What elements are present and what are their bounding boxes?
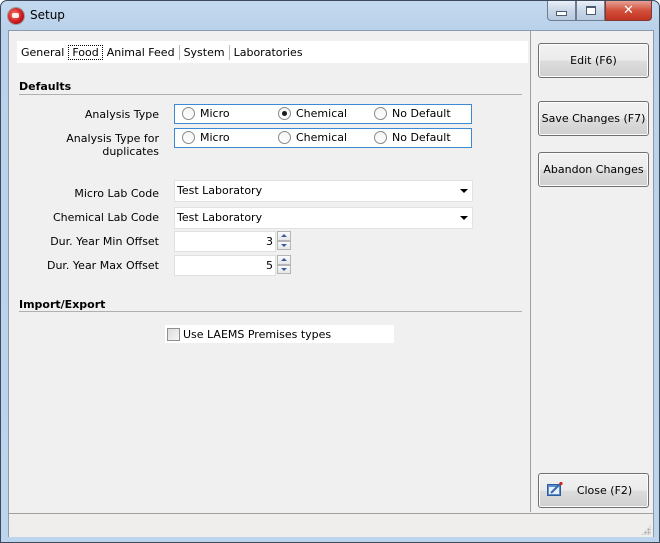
analysis-type-label: Analysis Type: [84, 108, 159, 121]
analysis-type-chemical-radio[interactable]: Chemical: [278, 107, 347, 120]
setup-window: Setup ✕ General Food Animal Feed System …: [0, 0, 660, 543]
client-area: General Food Animal Feed System Laborato…: [8, 30, 654, 537]
app-icon[interactable]: [8, 8, 24, 24]
radio-label: Micro: [200, 107, 230, 120]
radio-unchecked-icon: [374, 107, 387, 120]
save-changes-button[interactable]: Save Changes (F7): [538, 101, 649, 136]
dur-year-max-offset-value: 5: [266, 259, 273, 272]
close-button[interactable]: Close (F2): [538, 473, 649, 508]
chevron-down-icon: [460, 216, 468, 220]
chemical-lab-code-value: Test Laboratory: [177, 211, 263, 224]
radio-label: No Default: [392, 131, 451, 144]
radio-label: Chemical: [296, 107, 348, 120]
resize-grip-icon[interactable]: [641, 525, 651, 535]
close-window-button[interactable]: ✕: [605, 1, 652, 21]
minimize-button[interactable]: [547, 1, 576, 21]
tab-food[interactable]: Food: [68, 44, 103, 60]
radio-unchecked-icon: [182, 131, 195, 144]
maximize-button[interactable]: [576, 1, 605, 21]
analysis-type-duplicates-label: Analysis Type for duplicates: [66, 132, 159, 158]
import-export-divider: [19, 311, 522, 312]
chevron-down-icon: [460, 189, 468, 193]
window-controls: ✕: [547, 1, 652, 21]
increment-button[interactable]: [277, 231, 291, 241]
duplicates-no-default-radio[interactable]: No Default: [374, 131, 451, 144]
edit-button-label: Edit (F6): [570, 54, 617, 67]
radio-label: No Default: [392, 107, 451, 120]
abandon-changes-button[interactable]: Abandon Changes: [538, 152, 649, 187]
radio-label: Micro: [200, 131, 230, 144]
chemical-lab-code-label: Chemical Lab Code: [52, 211, 159, 224]
analysis-type-micro-radio[interactable]: Micro: [182, 107, 230, 120]
arrow-down-icon: [281, 243, 287, 247]
maximize-icon: [585, 6, 596, 15]
micro-lab-code-value: Test Laboratory: [177, 184, 263, 197]
use-laems-checkbox-row[interactable]: Use LAEMS Premises types: [165, 325, 394, 343]
chemical-lab-code-select[interactable]: Test Laboratory: [174, 207, 473, 229]
defaults-section-title: Defaults: [19, 80, 72, 93]
dur-year-min-offset-label: Dur. Year Min Offset: [50, 235, 159, 248]
defaults-divider: [19, 94, 522, 95]
status-bar: [9, 513, 653, 537]
use-laems-label: Use LAEMS Premises types: [183, 327, 332, 341]
arrow-up-icon: [281, 258, 287, 262]
radio-unchecked-icon: [182, 107, 195, 120]
tab-system[interactable]: System: [178, 44, 229, 60]
tab-animal-feed[interactable]: Animal Feed: [103, 45, 179, 60]
duplicates-micro-radio[interactable]: Micro: [182, 131, 230, 144]
dur-year-max-offset-stepper: [277, 255, 291, 274]
window-title: Setup: [30, 8, 65, 22]
radio-checked-icon: [278, 107, 291, 120]
tab-laboratories[interactable]: Laboratories: [228, 44, 307, 60]
dur-year-min-offset-value: 3: [266, 235, 273, 248]
minimize-icon: [556, 11, 567, 16]
dur-year-max-offset-label: Dur. Year Max Offset: [46, 259, 159, 272]
edit-button[interactable]: Edit (F6): [538, 43, 649, 78]
dur-year-min-offset-input[interactable]: 3: [174, 231, 276, 252]
analysis-type-radio-group: Micro Chemical No Default: [174, 104, 472, 124]
tab-general[interactable]: General: [17, 45, 68, 60]
save-button-label: Save Changes (F7): [541, 112, 646, 125]
duplicates-chemical-radio[interactable]: Chemical: [278, 131, 347, 144]
use-laems-checkbox[interactable]: [167, 327, 180, 341]
close-icon: ✕: [623, 3, 634, 18]
abandon-button-label: Abandon Changes: [543, 163, 644, 176]
import-export-section-title: Import/Export: [19, 298, 106, 311]
tab-bar: General Food Animal Feed System Laborato…: [17, 41, 528, 63]
title-bar[interactable]: Setup ✕: [1, 1, 659, 30]
analysis-type-no-default-radio[interactable]: No Default: [374, 107, 451, 120]
arrow-down-icon: [281, 267, 287, 271]
micro-lab-code-label: Micro Lab Code: [74, 187, 159, 200]
decrement-button[interactable]: [277, 264, 291, 274]
dur-year-min-offset-stepper: [277, 231, 291, 250]
analysis-type-duplicates-radio-group: Micro Chemical No Default: [174, 128, 472, 148]
radio-unchecked-icon: [278, 131, 291, 144]
action-panel: Edit (F6) Save Changes (F7) Abandon Chan…: [530, 31, 654, 512]
dur-year-max-offset-input[interactable]: 5: [174, 255, 276, 276]
close-button-label: Close (F2): [576, 484, 633, 497]
main-panel: General Food Animal Feed System Laborato…: [9, 31, 530, 512]
radio-label: Chemical: [296, 131, 348, 144]
increment-button[interactable]: [277, 255, 291, 265]
micro-lab-code-select[interactable]: Test Laboratory: [174, 180, 473, 202]
decrement-button[interactable]: [277, 240, 291, 250]
radio-unchecked-icon: [374, 131, 387, 144]
edit-form-icon: [547, 482, 563, 496]
arrow-up-icon: [281, 234, 287, 238]
